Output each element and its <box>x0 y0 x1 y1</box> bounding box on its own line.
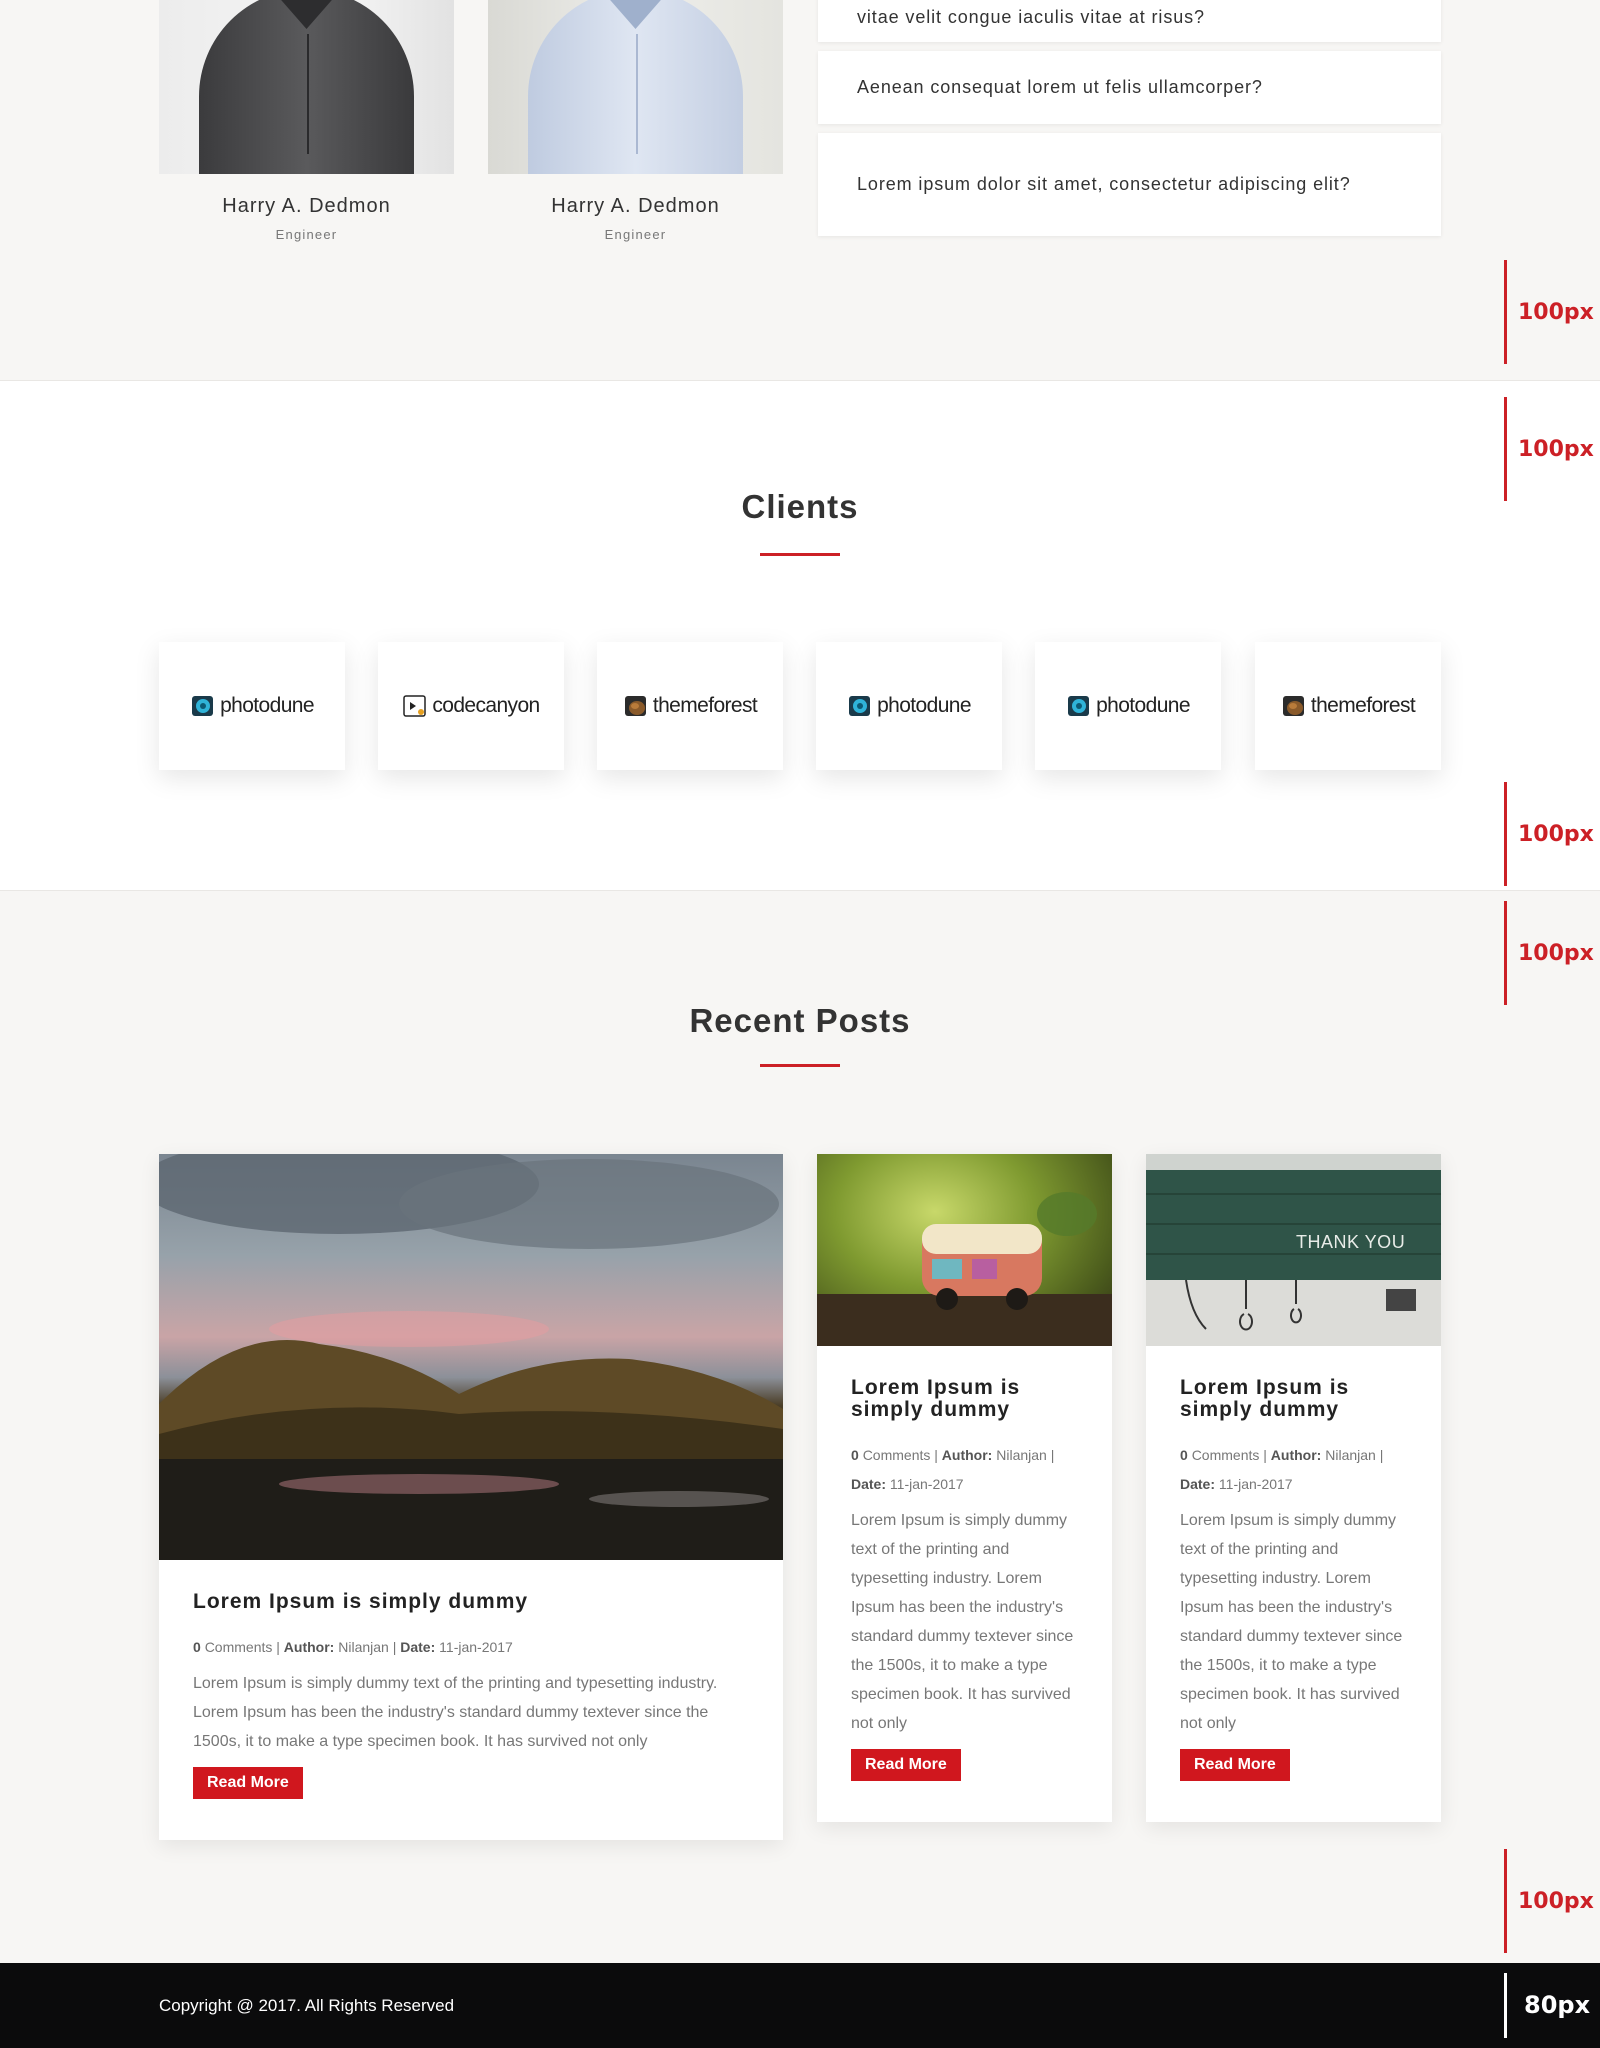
post-date-label: Date: <box>1180 1476 1216 1492</box>
team-member-name: Harry A. Dedmon <box>222 195 391 217</box>
post-comment-count: 0 <box>193 1639 201 1655</box>
post-comments-label: Comments <box>204 1639 273 1655</box>
post-title[interactable]: Lorem Ipsum is simply dummy <box>193 1591 749 1613</box>
client-logo-text: photodune <box>1096 694 1190 717</box>
title-underline <box>760 553 840 556</box>
spacing-marker-line <box>1504 397 1507 501</box>
post-comment-count: 0 <box>851 1447 859 1463</box>
spacing-marker-label: 100px <box>1518 822 1594 847</box>
post-author-label: Author: <box>283 1639 335 1655</box>
post-date: 11-jan-2017 <box>1218 1476 1293 1492</box>
spacing-marker-line <box>1504 901 1507 1005</box>
faq-item[interactable]: vitae velit congue iaculis vitae at risu… <box>818 0 1441 42</box>
faq-question: vitae velit congue iaculis vitae at risu… <box>857 6 1205 27</box>
spacing-marker-line <box>1504 260 1507 364</box>
spacing-marker-label: 100px <box>1518 300 1594 325</box>
meta-separator: | <box>1379 1447 1384 1463</box>
team-member-role: Engineer <box>275 227 338 242</box>
post-meta: 0 Comments | Author: Nilanjan | Date: 11… <box>1180 1441 1407 1499</box>
post-comments-label: Comments <box>1191 1447 1260 1463</box>
spacing-marker-line <box>1504 782 1507 886</box>
meta-separator: | <box>1050 1447 1055 1463</box>
team-member-name: Harry A. Dedmon <box>551 195 720 217</box>
client-logo-card[interactable]: photodune <box>816 642 1002 770</box>
post-image[interactable] <box>159 1154 783 1560</box>
post-excerpt: Lorem Ipsum is simply dummy text of the … <box>1180 1512 1403 1732</box>
post-date: 11-jan-2017 <box>889 1476 964 1492</box>
spacing-marker-line <box>1504 1973 1507 2038</box>
team-member-role: Engineer <box>604 227 667 242</box>
client-logo-text: photodune <box>220 694 314 717</box>
faq-question: Lorem ipsum dolor sit amet, consectetur … <box>857 174 1351 194</box>
meta-separator: | <box>1263 1447 1267 1463</box>
post-card: Lorem Ipsum is simply dummy 0 Comments |… <box>817 1154 1112 1822</box>
spacing-marker-label: 100px <box>1518 437 1594 462</box>
read-more-button[interactable]: Read More <box>851 1749 961 1781</box>
themeforest-logo-icon <box>1282 696 1304 716</box>
team-member-card: Harry A. Dedmon Engineer <box>159 0 454 242</box>
landscape-photo <box>159 1154 783 1560</box>
codecanyon-logo-icon <box>403 695 427 717</box>
read-more-button[interactable]: Read More <box>193 1767 303 1799</box>
post-date-label: Date: <box>851 1476 887 1492</box>
team-member-photo <box>488 0 783 174</box>
photodune-logo-icon <box>192 696 214 716</box>
client-logo-card[interactable]: themeforest <box>1255 642 1441 770</box>
photodune-logo-icon <box>849 696 871 716</box>
meta-separator: | <box>934 1447 938 1463</box>
post-excerpt: Lorem Ipsum is simply dummy text of the … <box>851 1512 1074 1732</box>
client-logo-text: photodune <box>877 694 971 717</box>
meta-separator: | <box>276 1639 280 1655</box>
post-card: Lorem Ipsum is simply dummy 0 Comments |… <box>159 1154 783 1840</box>
post-meta: 0 Comments | Author: Nilanjan | Date: 11… <box>193 1633 749 1662</box>
post-comment-count: 0 <box>1180 1447 1188 1463</box>
clients-title: Clients <box>741 488 859 525</box>
read-more-button[interactable]: Read More <box>1180 1749 1290 1781</box>
clients-section: 100px Clients photodune codecanyon theme… <box>0 381 1600 891</box>
post-author[interactable]: Nilanjan <box>996 1447 1047 1463</box>
post-image[interactable]: THANK YOU <box>1146 1154 1441 1346</box>
footer: Copyright @ 2017. All Rights Reserved 80… <box>0 1963 1600 2048</box>
team-member-card: Harry A. Dedmon Engineer <box>488 0 783 242</box>
team-member-photo <box>159 0 454 174</box>
post-excerpt: Lorem Ipsum is simply dummy text of the … <box>193 1675 718 1750</box>
recent-posts-section: 100px Recent Posts Lorem Ipsum is simply… <box>0 891 1600 1963</box>
title-underline <box>760 1064 840 1067</box>
post-comments-label: Comments <box>862 1447 931 1463</box>
post-title[interactable]: Lorem Ipsum is simply dummy <box>851 1377 1078 1421</box>
faq-item[interactable]: Aenean consequat lorem ut felis ullamcor… <box>818 51 1441 124</box>
faq-question: Aenean consequat lorem ut felis ullamcor… <box>857 77 1263 97</box>
post-title[interactable]: Lorem Ipsum is simply dummy <box>1180 1377 1407 1421</box>
recent-posts-title: Recent Posts <box>689 1002 911 1039</box>
spacing-marker-label: 100px <box>1518 941 1594 966</box>
client-logo-text: codecanyon <box>432 694 540 717</box>
team-section: Harry A. Dedmon Engineer Harry A. Dedmon… <box>0 0 1600 381</box>
post-card: THANK YOU Lorem Ipsum is simply dummy 0 … <box>1146 1154 1441 1822</box>
toy-van-photo <box>817 1192 1112 1346</box>
post-author[interactable]: Nilanjan <box>1325 1447 1376 1463</box>
client-logo-card[interactable]: themeforest <box>597 642 783 770</box>
client-logo-card[interactable]: photodune <box>159 642 345 770</box>
faq-item[interactable]: Lorem ipsum dolor sit amet, consectetur … <box>818 133 1441 236</box>
post-image[interactable] <box>817 1154 1112 1346</box>
post-author-label: Author: <box>1270 1447 1322 1463</box>
copyright-text: Copyright @ 2017. All Rights Reserved <box>159 1996 455 2015</box>
client-logo-card[interactable]: codecanyon <box>378 642 564 770</box>
image-caption-text: THANK YOU <box>1296 1232 1406 1252</box>
photodune-logo-icon <box>1068 696 1090 716</box>
post-author[interactable]: Nilanjan <box>338 1639 389 1655</box>
meta-separator: | <box>392 1639 397 1655</box>
spacing-marker-line <box>1504 1849 1507 1953</box>
post-date-label: Date: <box>400 1639 436 1655</box>
post-meta: 0 Comments | Author: Nilanjan | Date: 11… <box>851 1441 1078 1499</box>
post-date: 11-jan-2017 <box>439 1639 513 1655</box>
themeforest-logo-icon <box>624 696 646 716</box>
spacing-marker-label: 80px <box>1524 1991 1591 2019</box>
post-author-label: Author: <box>941 1447 993 1463</box>
client-logo-text: themeforest <box>652 694 758 717</box>
client-logo-card[interactable]: photodune <box>1035 642 1221 770</box>
spacing-marker-label: 100px <box>1518 1889 1594 1914</box>
client-logo-text: themeforest <box>1310 694 1416 717</box>
